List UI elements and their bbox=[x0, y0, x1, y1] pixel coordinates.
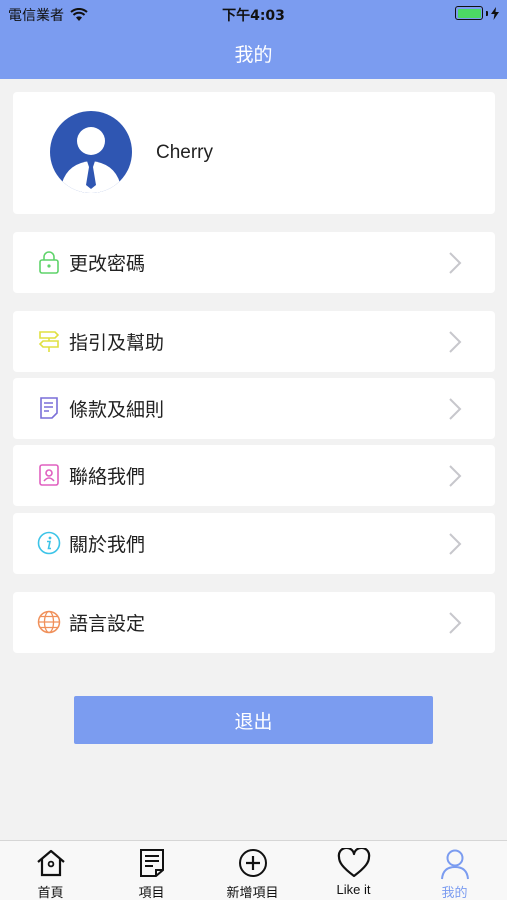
battery bbox=[455, 6, 499, 20]
heart-icon bbox=[337, 848, 370, 878]
profile-name: Cherry bbox=[156, 142, 214, 163]
user-icon bbox=[440, 849, 469, 880]
menu-item-contact-us[interactable]: 聯絡我們 bbox=[13, 445, 495, 506]
charging-bolt-icon bbox=[491, 6, 499, 20]
battery-icon bbox=[455, 6, 483, 20]
menu-item-guide-help[interactable]: 指引及幫助 bbox=[13, 311, 495, 372]
menu-item-label: 聯絡我們 bbox=[69, 466, 146, 488]
profile-card[interactable]: Cherry bbox=[13, 92, 495, 214]
add-circle-icon bbox=[238, 849, 267, 877]
contact-card-icon bbox=[39, 464, 59, 486]
menu-item-label: 關於我們 bbox=[69, 534, 146, 556]
info-icon bbox=[37, 531, 61, 555]
clock: 下午4:03 bbox=[222, 8, 285, 24]
tab-projects[interactable]: 項目 bbox=[101, 841, 202, 900]
lock-icon bbox=[39, 251, 59, 274]
menu-item-label: 指引及幫助 bbox=[69, 332, 165, 354]
status-bar: 電信業者 下午4:03 bbox=[0, 0, 507, 28]
menu-item-label: 語言設定 bbox=[69, 613, 146, 635]
chevron-right-icon bbox=[449, 398, 462, 420]
tab-label: 項目 bbox=[138, 886, 165, 900]
menu-item-change-password[interactable]: 更改密碼 bbox=[13, 232, 495, 293]
document-icon bbox=[40, 397, 58, 419]
tab-bar: 首頁 項目 新增項目 Like it 我的 bbox=[0, 840, 507, 900]
logout-button[interactable]: 退出 bbox=[74, 696, 433, 744]
tab-mine[interactable]: 我的 bbox=[404, 841, 505, 900]
menu-item-label: 更改密碼 bbox=[69, 253, 146, 275]
page-title: 我的 bbox=[234, 44, 273, 66]
avatar[interactable] bbox=[50, 111, 132, 193]
avatar-person-icon bbox=[62, 127, 120, 193]
home-icon bbox=[36, 849, 65, 877]
signpost-icon bbox=[38, 331, 60, 352]
menu-item-label: 條款及細則 bbox=[69, 399, 165, 421]
chevron-right-icon bbox=[449, 612, 462, 634]
globe-icon bbox=[37, 610, 61, 634]
menu-item-about-us[interactable]: 關於我們 bbox=[13, 513, 495, 574]
tab-label: 我的 bbox=[441, 886, 468, 900]
tab-label: 新增項目 bbox=[226, 886, 279, 900]
tab-add-project[interactable]: 新增項目 bbox=[202, 841, 303, 900]
menu-item-terms[interactable]: 條款及細則 bbox=[13, 378, 495, 439]
chevron-right-icon bbox=[449, 252, 462, 274]
tab-label: 首頁 bbox=[37, 886, 64, 900]
document-list-icon bbox=[139, 849, 164, 877]
chevron-right-icon bbox=[449, 533, 462, 555]
header: 電信業者 下午4:03 我的 bbox=[0, 0, 507, 79]
chevron-right-icon bbox=[449, 331, 462, 353]
tab-like-it[interactable]: Like it bbox=[303, 841, 404, 900]
menu-item-language-settings[interactable]: 語言設定 bbox=[13, 592, 495, 653]
chevron-right-icon bbox=[449, 465, 462, 487]
tab-label: Like it bbox=[336, 882, 371, 897]
tab-home[interactable]: 首頁 bbox=[0, 841, 101, 900]
